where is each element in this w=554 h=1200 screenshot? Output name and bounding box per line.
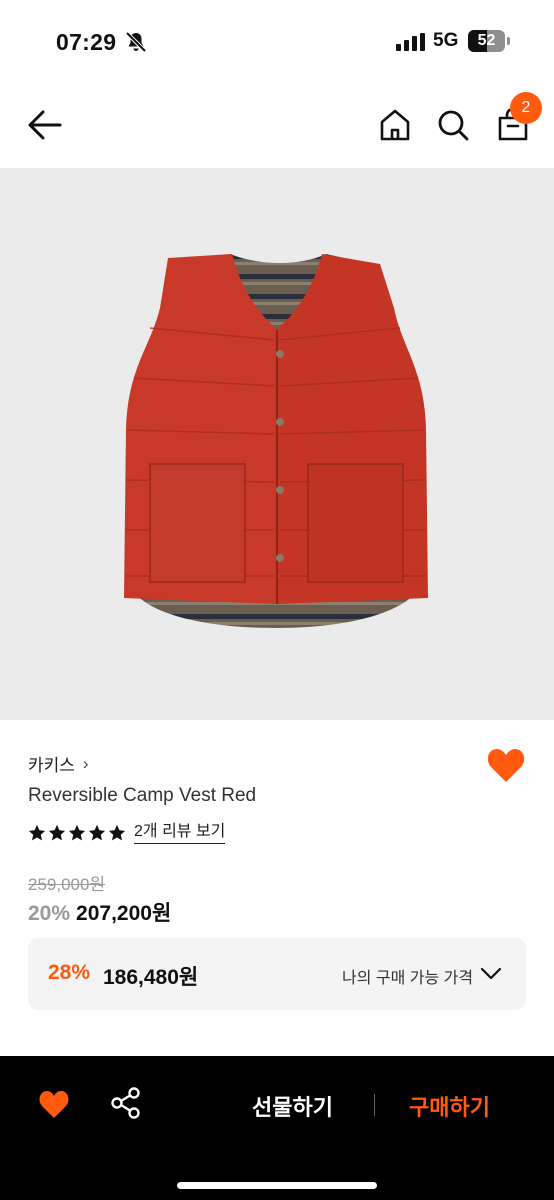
cellular-signal-icon [396,33,425,51]
my-price-dropdown[interactable]: 28% 186,480원 나의 구매 가능 가격 [28,938,526,1010]
cart-count-badge: 2 [510,92,542,124]
product-image[interactable] [0,168,554,720]
star-icon [108,824,126,841]
back-arrow-icon[interactable] [26,108,64,142]
heart-icon[interactable] [38,1089,70,1119]
sale-price: 207,200원 [76,902,172,925]
my-price-label: 나의 구매 가능 가격 [342,970,474,987]
bottom-action-bar: 선물하기 구매하기 [0,1056,554,1200]
star-icon [88,824,106,841]
review-link[interactable]: 2개 리뷰 보기 [134,822,226,844]
status-bar: 07:29 5G 52 [0,0,554,84]
share-icon[interactable] [110,1086,142,1120]
chevron-down-icon [480,967,502,980]
brand-name: 카키스 [28,756,75,775]
status-time: 07:29 [56,29,117,55]
star-icon [68,824,86,841]
rating-row: 2개 리뷰 보기 [28,822,226,844]
search-icon[interactable] [434,106,472,144]
network-type: 5G [433,30,459,51]
star-icon [48,824,66,841]
buy-button[interactable]: 구매하기 [409,1090,490,1122]
star-rating [28,824,126,842]
star-icon [28,824,46,841]
battery-percent: 52 [477,32,496,49]
heart-icon[interactable] [486,746,526,784]
sale-price-row: 20% 207,200원 [28,897,171,927]
divider [374,1094,375,1116]
vest-illustration [124,254,428,628]
brand-link[interactable]: 카키스 › [28,751,89,776]
top-nav-bar: 2 [0,84,554,168]
bell-muted-icon [125,31,147,53]
gift-button[interactable]: 선물하기 [252,1090,333,1122]
chevron-right-icon: › [82,753,89,773]
original-price: 259,000원 [28,875,106,894]
my-price-amount: 186,480원 [103,966,199,989]
home-icon[interactable] [376,106,414,144]
discount-rate: 20% [28,902,71,925]
home-indicator[interactable] [177,1182,377,1189]
battery-icon: 52 [468,30,510,52]
my-discount-rate: 28% [48,961,91,984]
product-title: Reversible Camp Vest Red [28,785,257,806]
